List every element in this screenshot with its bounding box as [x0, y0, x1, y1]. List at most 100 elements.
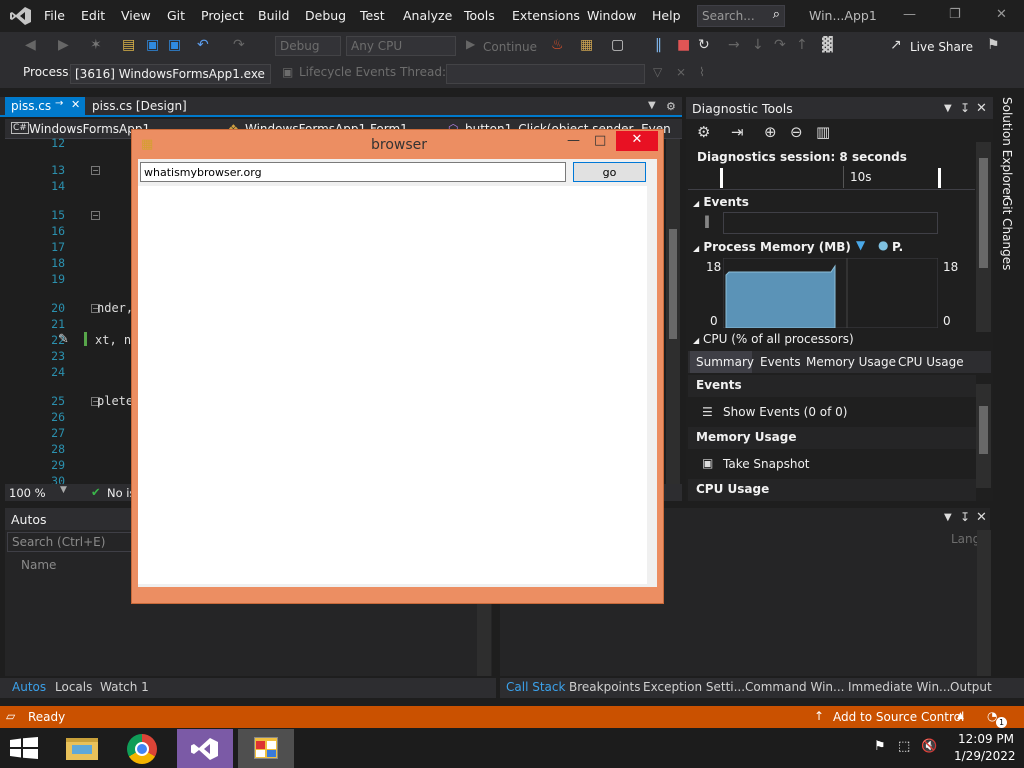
panel-menu-icon[interactable]: ▼	[944, 103, 952, 114]
visual-studio-logo-icon[interactable]	[10, 6, 32, 26]
pause-icon[interactable]: ‖	[655, 37, 662, 53]
reset-view-icon[interactable]: ▥	[816, 123, 830, 141]
url-input[interactable]: whatismybrowser.org	[140, 162, 566, 182]
undo-icon[interactable]: ↶	[197, 37, 209, 53]
clock-date[interactable]: 1/29/2022	[954, 749, 1016, 763]
save-icon[interactable]: ▣	[146, 37, 159, 53]
tab-watch-1[interactable]: Watch 1	[100, 680, 149, 694]
autos-search-input[interactable]: Search (Ctrl+E)	[7, 532, 137, 552]
forward-icon[interactable]: ▶	[58, 37, 69, 53]
panel-pin-icon[interactable]: ↧	[960, 101, 970, 115]
add-to-source-control-button[interactable]: Add to Source Control	[833, 710, 964, 724]
tab-command-window[interactable]: Command Win...	[745, 680, 844, 694]
hot-reload-icon[interactable]: ♨	[551, 37, 564, 53]
menu-file[interactable]: File	[44, 8, 65, 23]
chrome-icon[interactable]	[115, 729, 171, 768]
diagnostics-icon[interactable]: ▓	[822, 37, 833, 53]
restart-icon[interactable]: ↻	[698, 37, 710, 53]
open-folder-icon[interactable]: ▤	[122, 37, 135, 53]
name-column-header[interactable]: Name	[21, 558, 56, 572]
step-over-icon[interactable]: ↷	[774, 37, 786, 53]
process-select[interactable]: [3616] WindowsFormsApp1.exe	[70, 64, 271, 84]
clock-time[interactable]: 12:09 PM	[958, 732, 1014, 746]
zoom-out-icon[interactable]: ⊖	[790, 123, 803, 141]
continue-button[interactable]: Continue	[483, 40, 537, 54]
continue-icon[interactable]: ▶	[466, 37, 475, 51]
volume-muted-icon[interactable]: 🔇	[921, 739, 937, 754]
visual-studio-taskbar-icon[interactable]	[177, 729, 233, 768]
show-next-statement-icon[interactable]: →	[728, 37, 740, 53]
live-share-icon[interactable]: ↗	[890, 37, 902, 53]
browser-close-icon[interactable]: ✕	[616, 131, 658, 151]
settings-icon[interactable]: ⚙	[697, 123, 710, 141]
menu-window[interactable]: Window	[587, 8, 636, 23]
platform-select[interactable]: Any CPU	[346, 36, 456, 56]
go-button[interactable]: go	[573, 162, 646, 182]
menu-analyze[interactable]: Analyze	[403, 8, 452, 23]
windows-start-icon[interactable]	[10, 737, 38, 759]
close-icon[interactable]: ✕	[996, 7, 1007, 22]
configuration-select[interactable]: Debug	[275, 36, 341, 56]
filter-icon[interactable]: ▽	[653, 65, 662, 79]
minimize-icon[interactable]: —	[903, 7, 916, 22]
pin-icon[interactable]: →	[55, 98, 63, 109]
menu-project[interactable]: Project	[201, 8, 244, 23]
feedback-icon[interactable]: ⚑	[987, 37, 1000, 53]
file-explorer-icon[interactable]	[54, 729, 110, 768]
browse-icon[interactable]: ▦	[580, 37, 593, 53]
thread-select[interactable]	[446, 64, 645, 84]
tab-solution-explorer[interactable]: Solution Explorer	[1000, 97, 1014, 200]
fold-toggle[interactable]: −	[91, 166, 100, 175]
menu-build[interactable]: Build	[258, 8, 289, 23]
memory-chart[interactable]	[723, 258, 938, 328]
menu-git[interactable]: Git	[167, 8, 185, 23]
winforms-app-taskbar-icon[interactable]	[238, 729, 294, 768]
filter-clear-icon[interactable]: ⨯	[676, 65, 686, 79]
show-events-link[interactable]: Show Events (0 of 0)	[723, 405, 847, 419]
callstack-scrollbar[interactable]	[977, 530, 991, 676]
search-input[interactable]: Search... ⌕	[697, 5, 785, 27]
settings-icon[interactable]: ⚙	[666, 100, 676, 113]
tab-summary[interactable]: Summary	[696, 355, 754, 369]
web-browser-view[interactable]	[138, 186, 647, 584]
export-icon[interactable]: ⇥	[731, 123, 744, 141]
lifecycle-icon[interactable]: ▣	[282, 65, 293, 79]
stop-icon[interactable]: ■	[677, 37, 690, 53]
edit-link-icon[interactable]: ✎	[58, 332, 69, 347]
summary-scrollbar[interactable]	[976, 384, 991, 488]
step-out-icon[interactable]: ↑	[796, 37, 808, 53]
new-project-icon[interactable]: ✶	[90, 37, 102, 53]
tab-piss-cs-design[interactable]: piss.cs [Design]	[92, 99, 187, 113]
restore-icon[interactable]: ❐	[949, 7, 961, 22]
screen-icon[interactable]: ▢	[611, 37, 624, 53]
browser-minimize-icon[interactable]: —	[567, 133, 580, 148]
menu-extensions[interactable]: Extensions	[512, 8, 580, 23]
tab-breakpoints[interactable]: Breakpoints	[569, 680, 640, 694]
tab-git-changes[interactable]: Git Changes	[1000, 197, 1014, 270]
tab-output[interactable]: Output	[950, 680, 992, 694]
tab-locals[interactable]: Locals	[55, 680, 92, 694]
lifecycle-events-button[interactable]: Lifecycle Events	[299, 65, 396, 79]
source-control-dropdown-icon[interactable]: ▲	[957, 711, 964, 721]
back-icon[interactable]: ◀	[25, 37, 36, 53]
zoom-dropdown-icon[interactable]: ▼	[60, 485, 67, 495]
language-column-header[interactable]: Lang	[951, 532, 980, 546]
tab-cpu-usage[interactable]: CPU Usage	[898, 355, 964, 369]
menu-edit[interactable]: Edit	[81, 8, 105, 23]
menu-tools[interactable]: Tools	[464, 8, 495, 23]
diag-scrollbar[interactable]	[976, 142, 991, 332]
take-snapshot-button[interactable]: Take Snapshot	[723, 457, 810, 471]
live-share-button[interactable]: Live Share	[910, 40, 973, 54]
tab-immediate-window[interactable]: Immediate Win...	[848, 680, 951, 694]
panel-pin-icon[interactable]: ↧	[960, 510, 970, 524]
menu-view[interactable]: View	[121, 8, 151, 23]
panel-menu-icon[interactable]: ▼	[944, 512, 952, 523]
tab-call-stack[interactable]: Call Stack	[506, 680, 565, 694]
events-track[interactable]	[723, 212, 938, 234]
save-all-icon[interactable]: ▣	[168, 37, 181, 53]
tab-exception-settings[interactable]: Exception Setti...	[643, 680, 745, 694]
panel-close-icon[interactable]: ✕	[976, 101, 987, 116]
collapse-icon[interactable]: ⌇	[699, 65, 705, 79]
tab-piss-cs[interactable]: piss.cs → ✕	[5, 97, 85, 117]
tab-close-icon[interactable]: ✕	[71, 98, 80, 111]
